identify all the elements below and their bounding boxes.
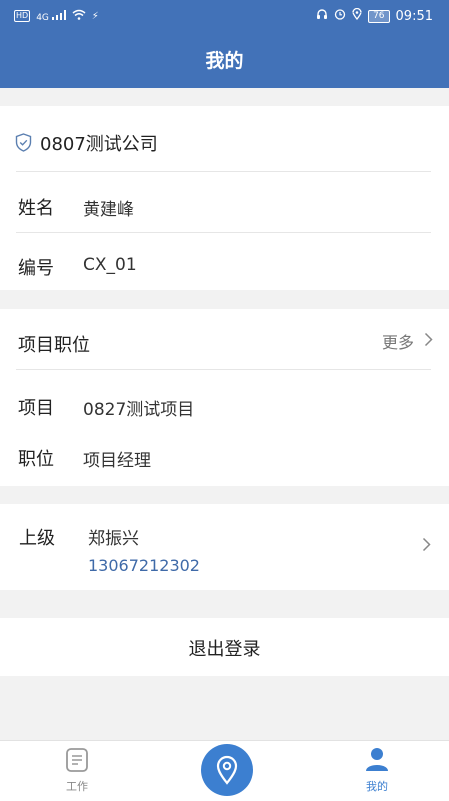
superior-phone[interactable]: 13067212302 [88,556,200,575]
map-pin-icon [215,755,239,789]
signal-icon: 4G [36,9,66,23]
headset-icon [316,8,328,24]
signal-label: 4G [36,12,49,23]
superior-label: 上级 [19,528,55,549]
shield-check-icon [15,133,32,156]
tab-work[interactable]: 工作 [52,747,102,794]
usb-icon: ⚡ [91,10,99,22]
project-position-title: 项目职位 [18,335,90,356]
document-icon [52,747,102,776]
more-label: 更多 [381,333,414,352]
status-bar: HD 4G ⚡ 76 09:51 [0,0,449,34]
name-value: 黄建峰 [83,200,134,220]
hd-badge: HD [14,10,31,22]
position-label: 职位 [18,449,54,470]
logout-label: 退出登录 [188,639,261,660]
clock: 09:51 [395,8,433,24]
battery-indicator: 76 [368,9,390,23]
status-left: HD 4G ⚡ [14,9,99,23]
company-name: 0807测试公司 [40,134,158,155]
more-projects-link[interactable]: 更多 [382,329,433,353]
user-icon [352,745,402,776]
superior-name: 郑振兴 [88,529,139,549]
page-title: 我的 [0,34,449,88]
name-label: 姓名 [18,198,54,219]
status-right: 76 09:51 [316,7,433,24]
id-label: 编号 [18,258,54,279]
project-value: 0827测试项目 [83,400,195,420]
tab-mine-label: 我的 [366,780,388,793]
profile-section: 0807测试公司 姓名 黄建峰 编号 CX_01 [0,106,449,290]
position-value: 项目经理 [83,451,151,471]
divider [16,171,431,172]
wifi-icon [72,9,86,23]
logout-button[interactable]: 退出登录 [0,618,449,676]
id-value: CX_01 [83,255,137,275]
location-status-icon [352,7,362,24]
chevron-right-icon [422,537,431,556]
project-position-section: 项目职位 更多 项目 0827测试项目 职位 项目经理 [0,309,449,486]
location-center-button[interactable] [201,744,253,796]
divider [16,369,431,370]
divider [16,232,431,233]
project-label: 项目 [18,398,54,419]
chevron-right-icon [424,332,433,351]
alarm-icon [334,8,346,24]
tab-mine[interactable]: 我的 [352,745,402,794]
tab-work-label: 工作 [66,780,88,793]
superior-row[interactable]: 上级 郑振兴 13067212302 [0,504,449,590]
